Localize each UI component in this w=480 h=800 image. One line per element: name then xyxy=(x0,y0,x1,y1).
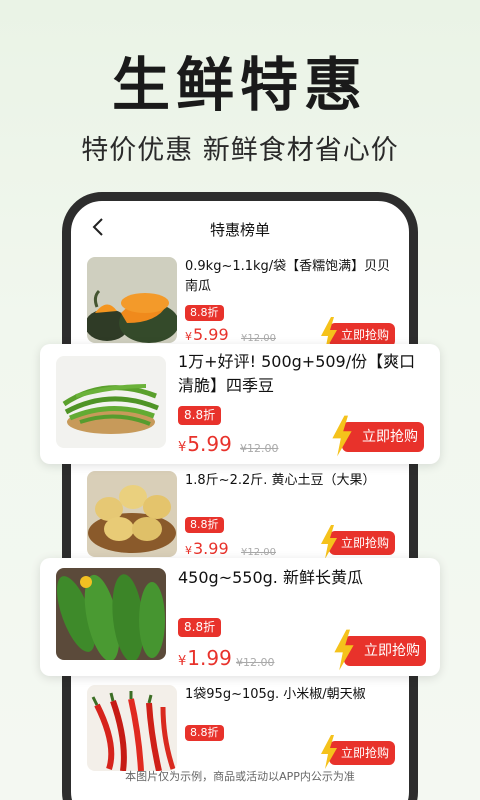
original-price: ¥12.00 xyxy=(236,656,275,669)
product-image-green-beans xyxy=(56,356,166,448)
disclaimer-text: 本图片仅为示例，商品或活动以APP内公示为准 xyxy=(125,770,355,783)
list-item[interactable]: 0.9kg~1.1kg/袋【香糯饱满】贝贝南瓜 8.8折 ¥5.99 ¥12.0… xyxy=(87,257,397,353)
featured-card[interactable]: 1万+好评! 500g+509/份【爽口清脆】四季豆 8.8折 ¥5.99 ¥1… xyxy=(40,344,440,464)
original-price: ¥12.00 xyxy=(241,333,276,344)
discount-badge: 8.8折 xyxy=(185,725,224,741)
discount-badge: 8.8折 xyxy=(185,305,224,321)
hero-title: 生鲜特惠 xyxy=(111,51,368,119)
lightning-icon xyxy=(321,735,337,769)
original-price: ¥12.00 xyxy=(240,442,279,455)
page-title: 特惠榜单 xyxy=(209,221,270,239)
discount-badge: 8.8折 xyxy=(185,517,224,533)
product-name: 1.8斤~2.2斤. 黄心土豆（大果） xyxy=(185,473,376,488)
discount-badge: 8.8折 xyxy=(178,618,222,637)
lightning-icon xyxy=(321,525,337,559)
discount-badge: 8.8折 xyxy=(178,406,222,425)
product-image-chili xyxy=(87,685,177,771)
hero-subtitle: 特价优惠 新鲜食材省心价 xyxy=(81,135,399,166)
product-name: 1袋95g~105g. 小米椒/朝天椒 xyxy=(185,687,366,702)
buy-now-button[interactable]: 立即抢购 xyxy=(332,415,424,457)
product-name: 1万+好评! 500g+509/份【爽口清脆】四季豆 xyxy=(178,352,416,395)
price: ¥5.99 xyxy=(185,325,229,344)
price: ¥3.99 xyxy=(185,539,229,558)
price: ¥1.99 xyxy=(178,646,232,670)
lightning-icon xyxy=(334,629,354,671)
list-item[interactable]: 1.8斤~2.2斤. 黄心土豆（大果） 8.8折 ¥3.99 ¥12.00 立即… xyxy=(87,471,397,567)
phone-header: 特惠榜单 xyxy=(71,201,409,257)
featured-card[interactable]: 450g~550g. 新鲜长黄瓜 8.8折 ¥1.99 ¥12.00 立即抢购 xyxy=(40,558,440,676)
product-image-cucumber xyxy=(56,568,166,660)
price: ¥5.99 xyxy=(178,432,232,456)
product-image-potato xyxy=(87,471,177,557)
lightning-icon xyxy=(332,415,352,457)
buy-now-button[interactable]: 立即抢购 xyxy=(321,735,395,769)
product-name: 450g~550g. 新鲜长黄瓜 xyxy=(178,568,363,587)
buy-now-button[interactable]: 立即抢购 xyxy=(334,629,426,671)
product-name: 0.9kg~1.1kg/袋【香糯饱满】贝贝南瓜 xyxy=(185,259,391,294)
product-image-pumpkin xyxy=(87,257,177,343)
phone-frame: 特惠榜单 0.9kg~1.1kg/袋【香糯饱满】贝贝南瓜 8.8折 ¥5.99 … xyxy=(62,192,418,800)
buy-now-button[interactable]: 立即抢购 xyxy=(321,525,395,559)
original-price: ¥12.00 xyxy=(241,547,276,558)
